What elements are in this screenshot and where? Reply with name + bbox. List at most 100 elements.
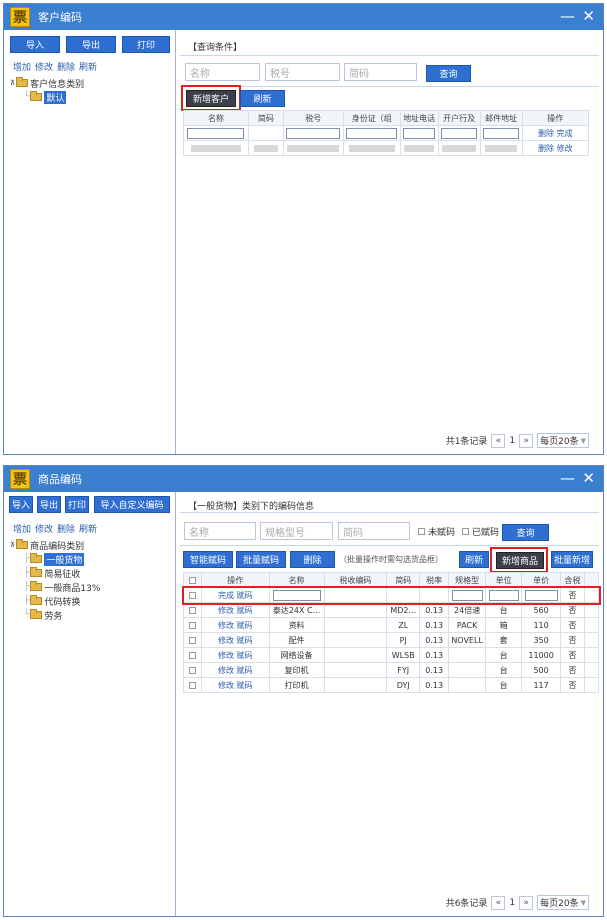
refresh-link[interactable]: 刷新 (79, 522, 97, 535)
row-checkbox[interactable] (188, 591, 196, 599)
batch-code-button[interactable]: 批量赋码 (236, 551, 286, 568)
tree-item-default[interactable]: └ 默认 (10, 90, 84, 104)
import-button[interactable]: 导入 (9, 496, 33, 513)
tree-item-general-goods[interactable]: ├ 一般货物 (10, 552, 100, 566)
select-all-checkbox[interactable] (188, 576, 196, 584)
import-button[interactable]: 导入 (10, 36, 60, 53)
collapse-icon[interactable]: ⊼ (10, 541, 15, 549)
done-link[interactable]: 完成 (218, 591, 234, 600)
prev-page-button[interactable]: « (491, 895, 506, 910)
tax-code-cell (323, 647, 388, 663)
table-header: 名称 简码 税号 身份证（组 地址电话 开户行及 邮件地址 操作 (183, 110, 590, 126)
prev-page-button[interactable]: « (491, 433, 506, 448)
edit-link[interactable]: 修改 (218, 651, 234, 660)
query-button[interactable]: 查询 (426, 65, 471, 82)
email-edit-input[interactable] (483, 127, 520, 139)
section-title: 【一般货物】类别下的编码信息 (188, 502, 315, 512)
close-button[interactable]: ✕ (582, 8, 595, 24)
code-link[interactable]: 赋码 (237, 591, 253, 600)
tree-item-general-13[interactable]: ├ 一般商品13% (10, 580, 100, 594)
add-link[interactable]: 增加 (13, 522, 31, 535)
edit-link[interactable]: 修改 (218, 666, 234, 675)
app-logo: 票 (10, 7, 30, 27)
delete-link[interactable]: 删除 (538, 129, 554, 138)
edit-link[interactable]: 修改 (35, 522, 53, 535)
done-link[interactable]: 完成 (557, 129, 573, 138)
edit-link[interactable]: 修改 (218, 681, 234, 690)
next-page-button[interactable]: » (519, 895, 534, 910)
delete-link[interactable]: 删除 (57, 522, 75, 535)
price-edit-input[interactable] (524, 589, 558, 601)
refresh-button[interactable]: 刷新 (240, 90, 285, 107)
row-checkbox[interactable] (188, 681, 196, 689)
name-search-input[interactable]: 名称 (184, 522, 256, 540)
collapse-icon[interactable]: ⊼ (10, 79, 15, 87)
tax-code-cell (323, 632, 388, 648)
tax-search-input[interactable]: 税号 (265, 63, 340, 81)
tree-root[interactable]: ⊼ 客户信息类别 (10, 76, 84, 90)
name-cell: 复印机 (268, 662, 325, 678)
refresh-button[interactable]: 刷新 (459, 551, 489, 568)
unit-edit-input[interactable] (488, 589, 519, 601)
row-checkbox[interactable] (188, 651, 196, 659)
spec-cell (448, 662, 487, 678)
batch-new-button[interactable]: 批量新增 (551, 551, 593, 568)
page-size-select[interactable]: 每页20条 ▼ (537, 895, 589, 910)
add-link[interactable]: 增加 (13, 60, 31, 73)
folder-icon (16, 77, 29, 87)
close-button[interactable]: ✕ (582, 470, 595, 486)
spec-edit-input[interactable] (451, 589, 483, 601)
page-size-select[interactable]: 每页20条 ▼ (537, 433, 589, 448)
refresh-link[interactable]: 刷新 (79, 60, 97, 73)
edit-link[interactable]: 修改 (218, 621, 234, 630)
print-button[interactable]: 打印 (65, 496, 89, 513)
tree-item-simple-levy[interactable]: ├ 简易征收 (10, 566, 100, 580)
export-button[interactable]: 导出 (66, 36, 116, 53)
name-edit-input[interactable] (187, 127, 245, 139)
row-checkbox[interactable] (188, 666, 196, 674)
smart-code-button[interactable]: 智能赋码 (183, 551, 233, 568)
col-select (183, 572, 202, 588)
code-search-input[interactable]: 简码 (338, 522, 410, 540)
address-edit-input[interactable] (403, 127, 436, 139)
query-button[interactable]: 查询 (502, 524, 549, 541)
export-button[interactable]: 导出 (37, 496, 61, 513)
id-edit-input[interactable] (346, 127, 398, 139)
print-button[interactable]: 打印 (122, 36, 170, 53)
code-link[interactable]: 赋码 (237, 681, 253, 690)
code-link[interactable]: 赋码 (237, 606, 253, 615)
import-custom-code-button[interactable]: 导入自定义编码 (94, 496, 170, 513)
bank-edit-input[interactable] (441, 127, 478, 139)
code-link[interactable]: 赋码 (237, 636, 253, 645)
unassigned-checkbox[interactable] (418, 528, 425, 535)
minimize-button[interactable]: — (560, 470, 575, 486)
spec-search-input[interactable]: 规格型号 (260, 522, 333, 540)
edit-link[interactable]: 修改 (35, 60, 53, 73)
tax-edit-input[interactable] (286, 127, 341, 139)
edit-link[interactable]: 修改 (557, 144, 573, 153)
code-link[interactable]: 赋码 (237, 621, 253, 630)
row-checkbox[interactable] (188, 621, 196, 629)
code-link[interactable]: 赋码 (237, 651, 253, 660)
tree-item-code-convert[interactable]: ├ 代码转换 (10, 594, 100, 608)
name-edit-input[interactable] (272, 589, 321, 601)
minimize-button[interactable]: — (560, 8, 575, 24)
tax-code-cell (323, 677, 388, 693)
tree-item-labor[interactable]: └ 劳务 (10, 608, 100, 622)
row-checkbox[interactable] (188, 636, 196, 644)
delete-button[interactable]: 删除 (290, 551, 335, 568)
delete-link[interactable]: 删除 (538, 144, 554, 153)
edit-link[interactable]: 修改 (218, 636, 234, 645)
tree-root[interactable]: ⊼ 商品编码类别 (10, 538, 100, 552)
row-checkbox[interactable] (188, 606, 196, 614)
code-cell (386, 587, 421, 603)
delete-link[interactable]: 删除 (57, 60, 75, 73)
name-search-input[interactable]: 名称 (185, 63, 260, 81)
code-search-input[interactable]: 简码 (344, 63, 417, 81)
customer-table: 名称 简码 税号 身份证（组 地址电话 开户行及 邮件地址 操作 删除 完成 删… (183, 110, 590, 156)
code-link[interactable]: 赋码 (237, 666, 253, 675)
next-page-button[interactable]: » (519, 433, 534, 448)
assigned-checkbox[interactable] (462, 528, 470, 535)
tree-item-label: 代码转换 (44, 597, 81, 608)
edit-link[interactable]: 修改 (218, 606, 234, 615)
